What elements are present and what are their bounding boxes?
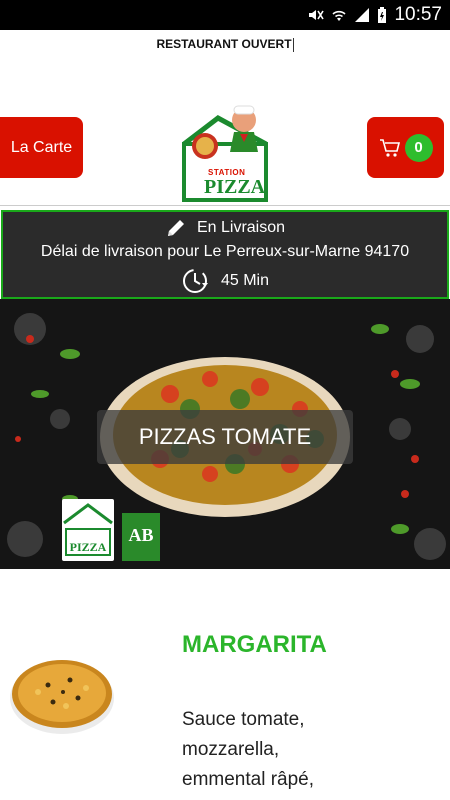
signal-icon xyxy=(355,8,370,22)
logo-text-main: PIZZA xyxy=(204,176,266,198)
delivery-delay-text: Délai de livraison pour Le Perreux-sur-M… xyxy=(40,243,410,260)
category-hero-banner[interactable]: PIZZA AB PIZZAS TOMATE xyxy=(0,299,450,569)
category-title: PIZZAS TOMATE xyxy=(138,424,312,449)
station-pizza-logo[interactable]: STATION PIZZA xyxy=(178,104,270,202)
menu-button-label: La Carte xyxy=(10,138,73,156)
delivery-mode-text: En Livraison xyxy=(196,219,286,236)
restaurant-open-banner: RESTAURANT OUVERT xyxy=(0,30,450,58)
product-name: MARGARITA xyxy=(182,631,327,658)
pizza-image xyxy=(10,660,114,734)
mute-icon xyxy=(309,10,325,20)
cart-icon xyxy=(379,138,400,157)
status-time: 10:57 xyxy=(394,4,442,25)
product-image[interactable] xyxy=(8,650,116,740)
open-status-text: RESTAURANT OUVERT xyxy=(156,37,292,51)
organic-ab-badge: AB xyxy=(128,525,154,545)
delivery-info-panel[interactable]: En Livraison Délai de livraison pour Le … xyxy=(1,210,449,299)
category-title-band: PIZZAS TOMATE xyxy=(97,410,353,464)
delivery-duration-row: 45 Min xyxy=(3,267,447,295)
svg-text:PIZZA: PIZZA xyxy=(70,540,107,554)
battery-icon xyxy=(378,7,387,23)
cart-button[interactable]: 0 xyxy=(367,117,444,178)
menu-button[interactable]: La Carte xyxy=(0,117,83,178)
pencil-icon xyxy=(167,220,184,236)
wifi-icon xyxy=(332,10,346,21)
status-icons: 10:57 xyxy=(306,0,442,30)
header-divider xyxy=(0,205,450,206)
delivery-delay-row: Délai de livraison pour Le Perreux-sur-M… xyxy=(3,243,447,261)
delivery-mode-row: En Livraison xyxy=(3,217,447,239)
status-bar: 10:57 xyxy=(0,0,450,30)
delivery-duration-text: 45 Min xyxy=(220,272,270,289)
product-description: Sauce tomate, mozzarella, emmental râpé, xyxy=(182,709,315,790)
cart-count-badge: 0 xyxy=(404,133,433,162)
text-cursor xyxy=(292,37,294,52)
timer-icon xyxy=(182,269,208,293)
